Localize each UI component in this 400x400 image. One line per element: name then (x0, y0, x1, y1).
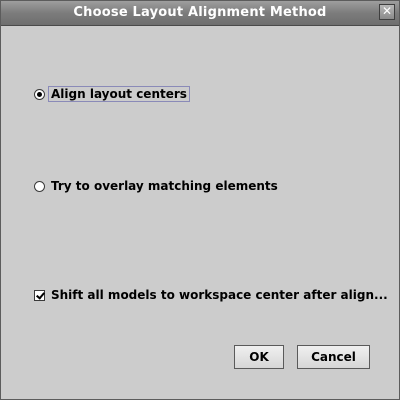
align-centers-option[interactable]: Align layout centers (34, 86, 190, 102)
shift-models-checkbox[interactable] (34, 289, 45, 301)
cancel-button[interactable]: Cancel (297, 345, 370, 369)
overlay-matching-option[interactable]: Try to overlay matching elements (34, 179, 278, 193)
overlay-matching-radio[interactable] (34, 180, 45, 192)
shift-models-option[interactable]: Shift all models to workspace center aft… (34, 288, 388, 302)
ok-button[interactable]: OK (234, 345, 284, 369)
shift-models-label: Shift all models to workspace center aft… (51, 288, 388, 302)
overlay-matching-label: Try to overlay matching elements (51, 179, 278, 193)
dialog-title: Choose Layout Alignment Method (73, 5, 327, 20)
dialog-window: Choose Layout Alignment Method ✕ Align l… (0, 0, 400, 400)
align-centers-radio[interactable] (34, 88, 45, 100)
close-icon[interactable]: ✕ (379, 4, 395, 20)
title-bar[interactable]: Choose Layout Alignment Method ✕ (1, 1, 399, 26)
align-centers-label: Align layout centers (48, 86, 190, 102)
